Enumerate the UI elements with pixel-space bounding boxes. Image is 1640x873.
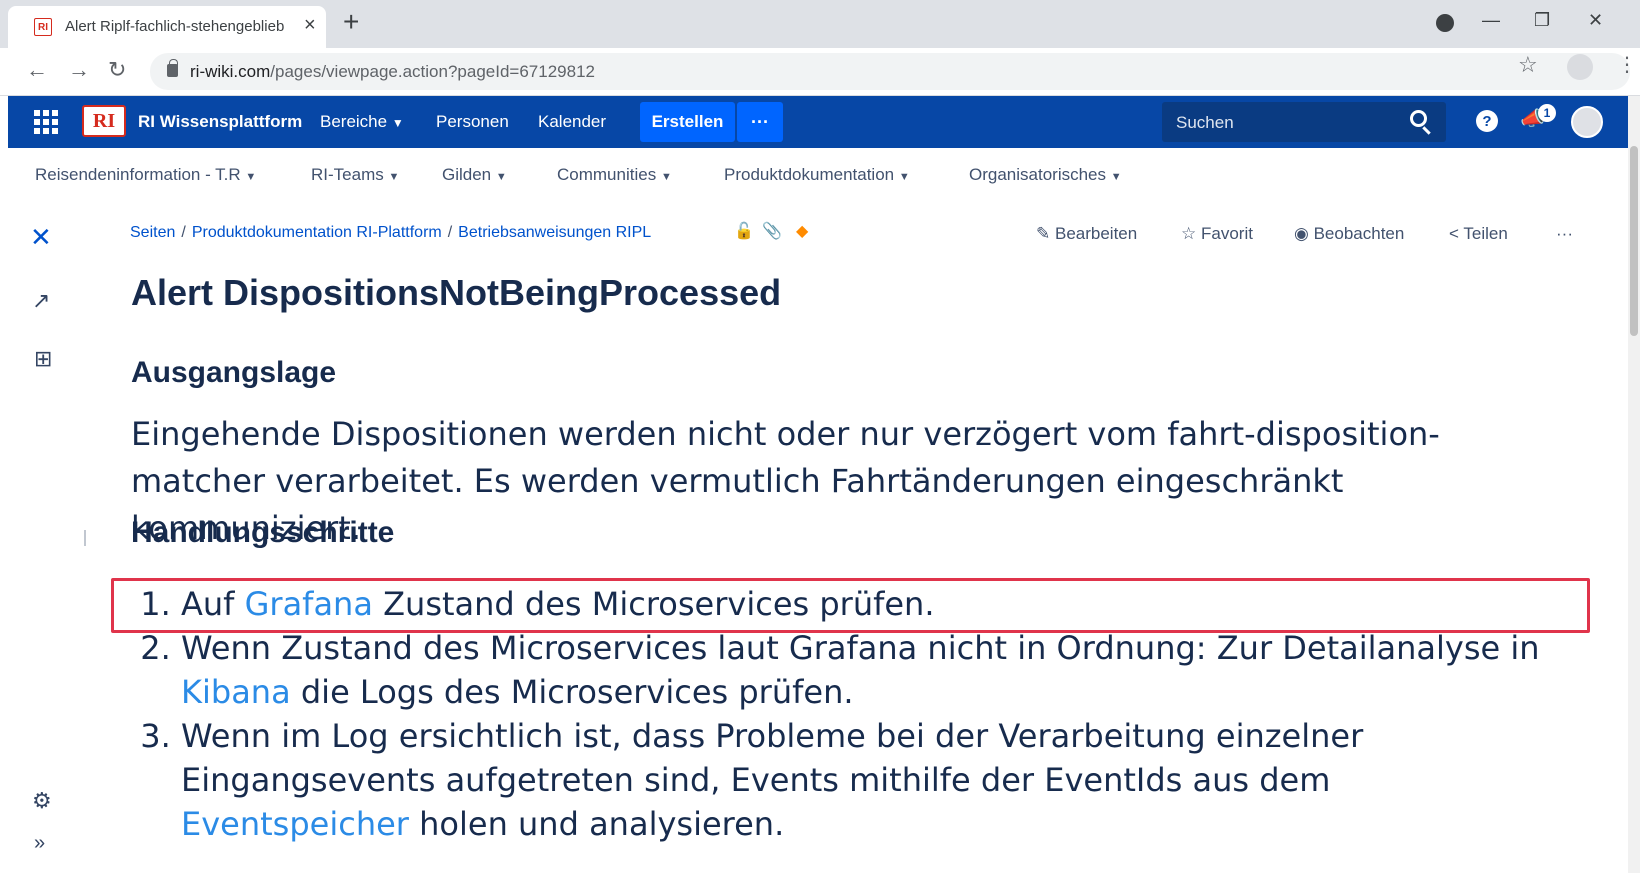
spacenav-item-communities[interactable]: Communities ▼ — [557, 165, 672, 185]
site-logo[interactable]: RI — [82, 105, 126, 137]
minimize-icon[interactable]: — — [1482, 10, 1500, 31]
browser-tab-strip: RI Alert Riplf-fachlich-stehengeblieb × … — [0, 0, 1640, 48]
create-button[interactable]: Erstellen — [640, 102, 735, 142]
url-text: ri-wiki.com/pages/viewpage.action?pageId… — [190, 62, 595, 81]
browser-profile-icon[interactable] — [1436, 14, 1454, 32]
bookmark-star-icon[interactable]: ☆ — [1518, 52, 1538, 78]
grafana-link[interactable]: Grafana — [245, 585, 373, 623]
page-title: Alert DispositionsNotBeingProcessed — [131, 272, 782, 313]
section-heading-handlungsschritte: Handlungsschritte — [131, 516, 395, 549]
notification-badge: 1 — [1538, 104, 1556, 122]
chevron-down-icon: ▼ — [660, 171, 672, 183]
eye-icon: ◉ — [1294, 224, 1309, 243]
external-link-icon[interactable]: ↗ — [32, 288, 50, 314]
section-heading-ausgangslage: Ausgangslage — [131, 356, 337, 389]
share-icon: < — [1449, 224, 1459, 243]
browser-menu-icon[interactable]: ⋮ — [1617, 52, 1637, 77]
tab-favicon-icon: RI — [34, 18, 52, 36]
spacenav-item-produktdokumentation[interactable]: Produktdokumentation ▼ — [724, 165, 910, 185]
steps-list: Auf Grafana Zustand des Microservices pr… — [131, 582, 1561, 846]
space-nav: Reisendeninformation - T.R ▼ RI-Teams ▼ … — [8, 148, 1628, 200]
eventspeicher-link[interactable]: Eventspeicher — [181, 805, 409, 843]
edit-button[interactable]: ✎ Bearbeiten — [1036, 224, 1137, 244]
more-actions-button[interactable]: ··· — [1556, 224, 1573, 244]
list-item: Wenn Zustand des Microservices laut Graf… — [181, 626, 1561, 714]
list-item: Auf Grafana Zustand des Microservices pr… — [181, 582, 1561, 626]
back-icon[interactable]: ← — [26, 57, 48, 83]
url-bar[interactable]: ri-wiki.com/pages/viewpage.action?pageId… — [150, 53, 1630, 90]
new-tab-button[interactable]: + — [343, 6, 359, 38]
favorite-button[interactable]: ☆ Favorit — [1181, 224, 1253, 244]
vertical-scrollbar[interactable] — [1628, 96, 1640, 873]
sidebar-resize-handle[interactable] — [84, 530, 86, 546]
chevron-down-icon: ▼ — [1110, 171, 1122, 183]
lock-icon — [167, 59, 178, 77]
breadcrumb: Seiten / Produktdokumentation RI-Plattform… — [130, 224, 652, 241]
forward-icon[interactable]: → — [68, 57, 90, 83]
kibana-link[interactable]: Kibana — [181, 673, 291, 711]
app-header: RI RI Wissensplattform Bereiche ▼ Person… — [8, 96, 1640, 148]
nav-kalender[interactable]: Kalender — [538, 112, 606, 132]
restore-icon[interactable]: ❐ — [1534, 10, 1550, 31]
tab-close-icon[interactable]: × — [304, 14, 316, 37]
spacenav-item-gilden[interactable]: Gilden ▼ — [442, 165, 507, 185]
chevron-down-icon: ▼ — [898, 171, 910, 183]
scrollbar-thumb[interactable] — [1630, 146, 1638, 336]
tab-title: Alert Riplf-fachlich-stehengeblieb — [65, 18, 285, 35]
settings-icon[interactable]: ⚙ — [32, 788, 52, 814]
nav-bereiche[interactable]: Bereiche ▼ — [320, 112, 404, 132]
spacenav-item-reisendeninformation[interactable]: Reisendeninformation - T.R ▼ — [35, 165, 256, 185]
attachment-icon[interactable]: 📎 — [762, 221, 782, 241]
help-icon[interactable]: ? — [1476, 110, 1498, 132]
search-placeholder: Suchen — [1176, 113, 1234, 132]
expand-sidebar-icon[interactable]: » — [34, 832, 45, 855]
reload-icon[interactable]: ↻ — [108, 57, 126, 83]
warning-icon[interactable]: ◆ — [796, 221, 808, 241]
list-item: Wenn im Log ersichtlich ist, dass Proble… — [181, 714, 1561, 846]
pencil-icon: ✎ — [1036, 224, 1051, 243]
breadcrumb-item[interactable]: Betriebsanweisungen RIPL — [458, 224, 651, 241]
star-icon: ☆ — [1181, 224, 1197, 243]
chevron-down-icon: ▼ — [245, 171, 257, 183]
watch-button[interactable]: ◉ Beobachten — [1294, 224, 1404, 244]
search-input[interactable]: Suchen — [1162, 102, 1446, 142]
share-button[interactable]: < Teilen — [1449, 224, 1508, 244]
window-close-icon[interactable]: ✕ — [1588, 10, 1603, 31]
app-switcher-icon[interactable] — [34, 110, 58, 134]
chevron-down-icon: ▼ — [388, 171, 400, 183]
spacenav-item-organisatorisches[interactable]: Organisatorisches ▼ — [969, 165, 1122, 185]
nav-personen[interactable]: Personen — [436, 112, 509, 132]
address-bar-row: ← → ↻ ri-wiki.com/pages/viewpage.action?… — [0, 48, 1640, 96]
search-icon[interactable] — [1410, 110, 1427, 127]
unlock-icon[interactable]: 🔓 — [734, 221, 754, 241]
chevron-down-icon: ▼ — [495, 171, 507, 183]
site-name[interactable]: RI Wissensplattform — [138, 112, 302, 132]
browser-tab[interactable]: RI Alert Riplf-fachlich-stehengeblieb × — [8, 6, 326, 48]
account-icon[interactable] — [1567, 54, 1593, 80]
create-more-button[interactable]: ··· — [737, 102, 783, 142]
breadcrumb-item[interactable]: Produktdokumentation RI-Plattform — [192, 224, 442, 241]
user-avatar[interactable] — [1571, 106, 1603, 138]
breadcrumb-item[interactable]: Seiten — [130, 224, 175, 241]
chevron-down-icon: ▼ — [391, 116, 404, 130]
confluence-icon[interactable]: ✕ — [30, 222, 52, 253]
page-tree-icon[interactable]: ⊞ — [34, 346, 52, 372]
spacenav-item-ri-teams[interactable]: RI-Teams ▼ — [311, 165, 399, 185]
